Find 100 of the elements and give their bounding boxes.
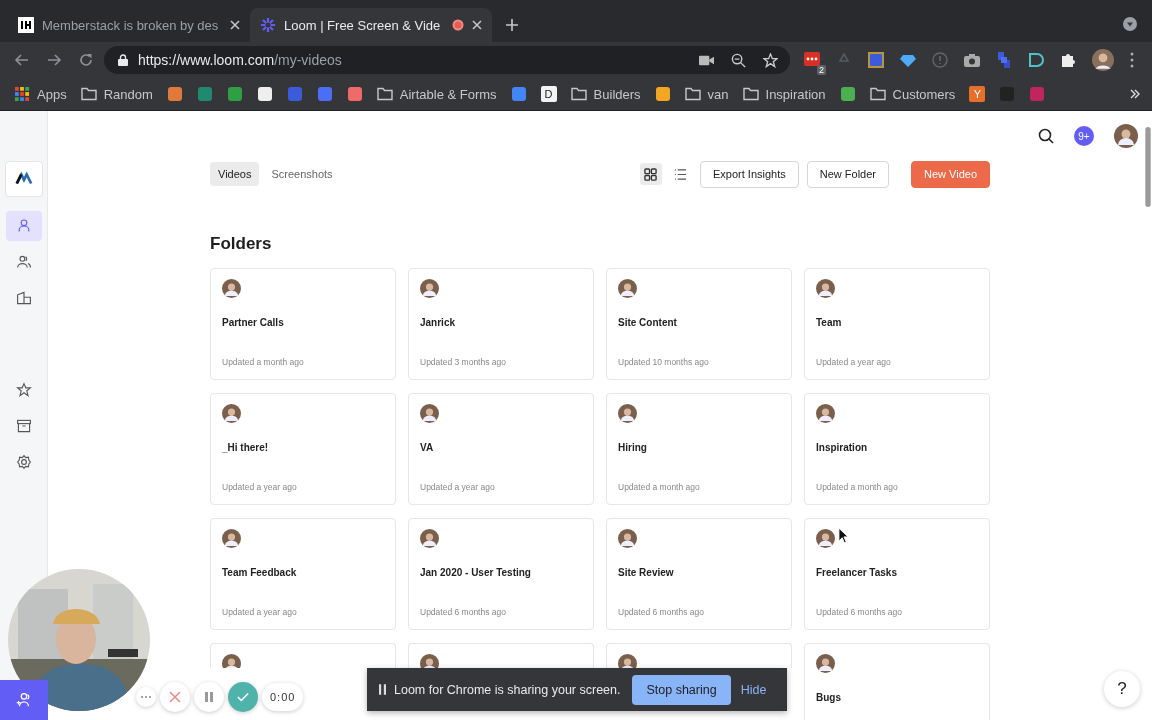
menu-icon[interactable] <box>1130 52 1134 68</box>
content-tab[interactable]: Screenshots <box>263 162 341 186</box>
bookmark-icon[interactable] <box>256 86 273 102</box>
folder-card[interactable]: Site Review Updated 6 months ago <box>606 518 792 630</box>
folder-title: Inspiration <box>816 442 869 453</box>
action-button[interactable]: Export Insights <box>700 160 799 188</box>
folder-title: Jan 2020 - User Testing <box>420 567 532 578</box>
browser-tab[interactable]: Loom | Free Screen & Vide <box>250 8 492 42</box>
folder-card[interactable]: _Hi there! Updated a year ago <box>210 393 396 505</box>
folder-card[interactable]: Site Content Updated 10 months ago <box>606 268 792 380</box>
folder-title: Hiring <box>618 442 648 453</box>
updated-text: Updated a year ago <box>222 607 297 617</box>
folder-title: Partner Calls <box>222 317 285 328</box>
content-tab[interactable]: Videos <box>210 162 260 186</box>
archive-icon <box>15 418 32 434</box>
pause-button[interactable] <box>194 682 224 712</box>
folder-title: Bugs <box>816 692 842 703</box>
folder-card[interactable]: Bugs <box>804 643 990 720</box>
hide-button[interactable]: Hide <box>738 682 769 697</box>
lock-icon <box>118 54 128 66</box>
updated-text: Updated 6 months ago <box>618 607 704 617</box>
section-heading: Folders <box>210 234 273 254</box>
zoom-out-icon[interactable] <box>731 52 746 68</box>
bookmark[interactable]: Inspiration <box>742 86 826 102</box>
updated-text: Updated a month ago <box>618 482 700 492</box>
folder-card[interactable]: VA Updated a year ago <box>408 393 594 505</box>
browser-tab[interactable]: Memberstack is broken by des <box>8 8 250 42</box>
folder-icon <box>570 87 587 101</box>
notification-badge[interactable]: 9+ <box>1074 126 1094 146</box>
avatar-icon <box>618 529 637 548</box>
updated-text: Updated a year ago <box>420 482 495 492</box>
folder-card[interactable]: Janrick Updated 3 months ago <box>408 268 594 380</box>
stop-sharing-button[interactable]: Stop sharing <box>632 674 731 705</box>
avatar-icon <box>222 529 241 548</box>
tab-title: Loom | Free Screen & Vide <box>284 17 442 33</box>
star-icon[interactable] <box>763 52 778 68</box>
new-tab-icon[interactable] <box>506 19 518 31</box>
gem-icon[interactable] <box>900 52 916 68</box>
apps-icon <box>14 87 30 101</box>
bookmark[interactable]: Apps <box>14 86 67 102</box>
scrollbar[interactable] <box>1145 127 1151 207</box>
avatar-icon <box>420 404 439 423</box>
list-icon <box>674 167 688 181</box>
action-button[interactable]: New Folder <box>806 160 889 188</box>
help-button[interactable]: ? <box>1104 671 1140 707</box>
camera-icon[interactable] <box>964 52 980 68</box>
folder-card[interactable]: Hiring Updated a month ago <box>606 393 792 505</box>
folder-card[interactable]: Partner Calls Updated a month ago <box>210 268 396 380</box>
folder-card[interactable]: Team Updated a year ago <box>804 268 990 380</box>
avatar-icon <box>420 279 439 298</box>
bookmark[interactable]: Airtable & Forms <box>376 86 497 102</box>
close-icon <box>169 691 181 703</box>
grid-view-button[interactable] <box>640 163 662 185</box>
folder-card[interactable]: Jan 2020 - User Testing Updated 6 months ago <box>408 518 594 630</box>
folder-title: VA <box>420 442 435 453</box>
search-icon[interactable] <box>1038 128 1054 144</box>
tab-search-icon[interactable] <box>1123 17 1137 31</box>
forward-icon[interactable] <box>46 52 62 68</box>
folder-icon <box>869 87 886 101</box>
folder-card[interactable]: Freelancer Tasks Updated 6 months ago <box>804 518 990 630</box>
updated-text: Updated 10 months ago <box>618 357 709 367</box>
bookmark[interactable]: Builders <box>570 86 641 102</box>
bookmark[interactable]: Random <box>80 86 153 102</box>
folder-card[interactable]: Team Feedback Updated a year ago <box>210 518 396 630</box>
close-icon[interactable] <box>230 20 240 30</box>
extension-icon[interactable] <box>1028 52 1044 68</box>
folder-title: Site Review <box>618 567 675 578</box>
address-bar[interactable]: https://www.loom.com/my-videos <box>104 46 790 74</box>
more-bookmarks-icon[interactable] <box>1130 89 1140 99</box>
bookmark[interactable]: Customers <box>869 86 956 102</box>
sidebar-item[interactable] <box>5 211 42 241</box>
recording-timer: 0:00 <box>262 683 304 711</box>
avatar-icon <box>816 654 835 673</box>
tab-title: Memberstack is broken by des <box>42 17 220 33</box>
folder-icon <box>684 87 701 101</box>
puzzle-icon[interactable] <box>1060 52 1076 68</box>
star-icon <box>15 382 32 398</box>
url-text: https://www.loom.com/my-videos <box>138 52 342 68</box>
avatar-icon[interactable] <box>1092 49 1114 71</box>
bookmark[interactable]: D <box>540 86 557 102</box>
avatar-icon[interactable] <box>1114 124 1138 148</box>
extension-icon[interactable] <box>804 52 820 68</box>
back-icon[interactable] <box>14 52 30 68</box>
folder-title: Team Feedback <box>222 567 298 578</box>
invite-button[interactable] <box>0 680 48 720</box>
workspace-button[interactable] <box>4 161 43 197</box>
grid-icon <box>644 167 658 181</box>
updated-text: Updated a year ago <box>816 357 891 367</box>
favicon-icon <box>18 17 34 33</box>
avatar-icon <box>222 279 241 298</box>
reload-icon[interactable] <box>78 52 94 68</box>
close-icon[interactable] <box>472 20 482 30</box>
bookmark-icon[interactable] <box>654 86 671 102</box>
bookmark-icon[interactable] <box>839 86 856 102</box>
folder-title: Janrick <box>420 317 457 328</box>
bookmark[interactable]: van <box>684 86 729 102</box>
folder-icon <box>742 87 759 101</box>
people-icon <box>15 254 32 270</box>
folder-title: Team <box>816 317 843 328</box>
folder-card[interactable]: Inspiration Updated a month ago <box>804 393 990 505</box>
